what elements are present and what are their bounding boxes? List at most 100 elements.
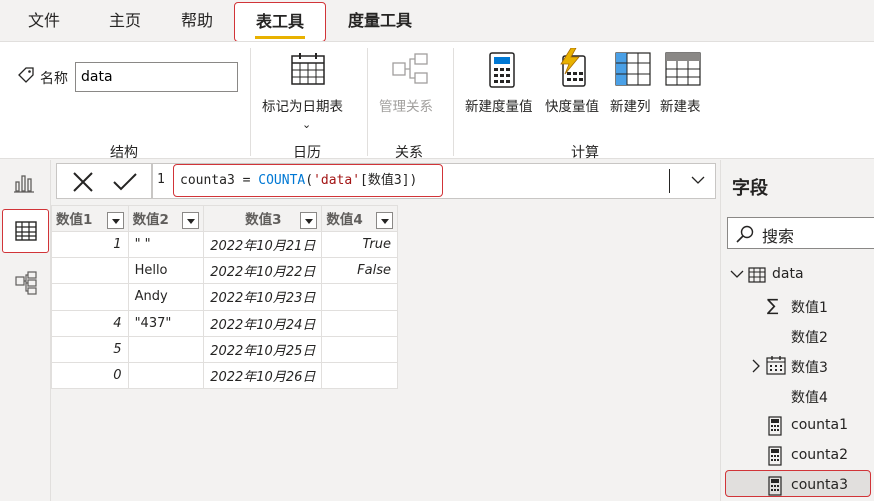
table-cell[interactable]	[51, 257, 129, 285]
active-tab-underline	[255, 36, 305, 39]
report-view-icon[interactable]	[12, 172, 36, 198]
formula-editor[interactable]: 1 counta3 = COUNTA('data'[数值3])	[152, 163, 716, 199]
filter-dropdown-icon[interactable]	[182, 212, 200, 229]
tab-file[interactable]: 文件	[28, 0, 60, 41]
table-cell[interactable]	[321, 309, 398, 337]
field-item[interactable]: 数值4	[791, 387, 828, 407]
new-measure-button[interactable]: 新建度量值	[464, 48, 542, 118]
menu-bar: 文件 主页 帮助 表工具 度量工具	[0, 0, 874, 42]
manage-relationships-button[interactable]: 管理关系	[378, 48, 442, 118]
table-cell[interactable]	[321, 335, 398, 363]
table-row: Hello 2022年10月22日 False	[51, 257, 398, 285]
data-view-button[interactable]	[2, 209, 49, 253]
relationships-icon	[391, 51, 429, 91]
column-header[interactable]: 数值2	[127, 205, 205, 232]
mark-date-table-button[interactable]: 标记为日期表 ⌄	[262, 48, 354, 138]
tab-table-tools[interactable]: 表工具	[234, 2, 326, 42]
formula-text[interactable]: counta3 = COUNTA('data'[数值3])	[173, 164, 443, 197]
group-label-calc: 计算	[571, 145, 599, 161]
table-row: 1 " " 2022年10月21日 True	[51, 230, 398, 259]
tab-help[interactable]: 帮助	[181, 0, 213, 41]
fields-search-input[interactable]: 搜索	[727, 217, 874, 249]
table-row: 4 "437" 2022年10月24日	[51, 309, 398, 337]
table-cell[interactable]: Andy	[127, 283, 205, 311]
field-item[interactable]: counta1	[791, 417, 848, 433]
calculator-icon	[768, 416, 782, 440]
column-header[interactable]: 数值3	[203, 205, 323, 232]
table-cell[interactable]	[127, 335, 205, 363]
column-header[interactable]: 数值1	[51, 205, 129, 232]
new-column-button[interactable]: 新建列	[610, 48, 656, 118]
cancel-icon[interactable]	[71, 170, 95, 198]
chevron-right-icon[interactable]	[751, 359, 761, 377]
tag-icon	[16, 66, 36, 86]
table-row: 0 2022年10月26日	[51, 361, 398, 390]
data-grid: 数值1 数值2 数值3 数值4 1 " " 2022年10月21日 True Hello…	[51, 205, 398, 390]
field-table-label: data	[772, 266, 804, 282]
formula-line-number: 1	[157, 172, 165, 187]
commit-check-icon[interactable]	[112, 170, 138, 198]
group-label-structure: 结构	[110, 145, 138, 161]
search-placeholder: 搜索	[762, 227, 795, 246]
table-cell[interactable]: True	[321, 230, 398, 259]
chevron-down-icon[interactable]	[690, 172, 706, 192]
formula-token: 'data'	[313, 173, 361, 188]
manage-relationships-label: 管理关系	[379, 99, 433, 115]
table-icon	[748, 267, 766, 287]
tab-table-tools-label: 表工具	[255, 12, 304, 31]
table-cell[interactable]	[321, 361, 398, 390]
table-cell[interactable]: 1	[51, 230, 129, 259]
filter-dropdown-icon[interactable]	[106, 212, 124, 229]
tab-measure-tools[interactable]: 度量工具	[348, 0, 412, 41]
table-cell[interactable]: 2022年10月21日	[203, 230, 323, 259]
calculator-icon	[768, 446, 782, 470]
table-row: 5 2022年10月25日	[51, 335, 398, 363]
formula-actions	[56, 163, 152, 199]
table-cell[interactable]	[51, 283, 129, 311]
table-cell[interactable]: 2022年10月22日	[203, 257, 323, 285]
filter-dropdown-icon[interactable]	[376, 212, 393, 229]
field-item[interactable]: 数值2	[791, 327, 828, 347]
field-item-label: counta3	[791, 477, 848, 493]
tab-home[interactable]: 主页	[109, 0, 141, 41]
chevron-down-icon: ⌄	[302, 118, 312, 131]
column-header[interactable]: 数值4	[321, 205, 398, 232]
model-view-icon[interactable]	[14, 271, 38, 299]
field-item-selected[interactable]: counta3	[725, 470, 871, 497]
table-cell[interactable]: False	[321, 257, 398, 285]
fields-title: 字段	[732, 178, 768, 199]
data-table: 数值1 数值2 数值3 数值4 1 " " 2022年10月21日 True Hello…	[51, 205, 398, 390]
table-cell[interactable]	[127, 361, 205, 390]
field-item[interactable]: 数值3	[791, 357, 828, 377]
filter-dropdown-icon[interactable]	[300, 212, 318, 229]
table-cell[interactable]: Hello	[127, 257, 205, 285]
table-cell[interactable]: 2022年10月24日	[203, 309, 323, 337]
new-column-icon	[615, 52, 651, 90]
field-item[interactable]: counta2	[791, 447, 848, 463]
table-cell[interactable]: 2022年10月23日	[203, 283, 323, 311]
calendar-table-icon	[290, 51, 326, 91]
field-item[interactable]: 数值1	[791, 297, 828, 317]
quick-measure-button[interactable]: 快度量值	[545, 47, 607, 118]
table-cell[interactable]: 2022年10月25日	[203, 335, 323, 363]
divider	[250, 48, 251, 156]
table-cell[interactable]: "437"	[127, 309, 205, 337]
table-name-input[interactable]	[75, 62, 238, 92]
formula-token: (	[305, 173, 314, 188]
fields-pane: 字段 搜索 data ∑ 数值1 数值2 数值3 数值4 counta1 cou…	[720, 160, 874, 501]
field-table-data[interactable]: data	[729, 266, 869, 286]
table-icon	[15, 221, 37, 245]
formula-code: counta3 = COUNTA('data'[数值3])	[180, 173, 417, 188]
calculator-icon	[768, 476, 782, 500]
formula-token: [数值3])	[360, 173, 418, 188]
new-table-icon	[665, 52, 701, 90]
table-cell[interactable]: 2022年10月26日	[203, 361, 323, 390]
table-cell[interactable]: " "	[127, 230, 205, 259]
new-table-label: 新建表	[660, 99, 701, 115]
new-table-button[interactable]: 新建表	[660, 48, 708, 118]
group-label-calendar: 日历	[293, 145, 321, 161]
table-cell[interactable]	[321, 283, 398, 311]
table-cell[interactable]: 0	[51, 361, 129, 390]
table-cell[interactable]: 4	[51, 309, 129, 337]
table-cell[interactable]: 5	[51, 335, 129, 363]
